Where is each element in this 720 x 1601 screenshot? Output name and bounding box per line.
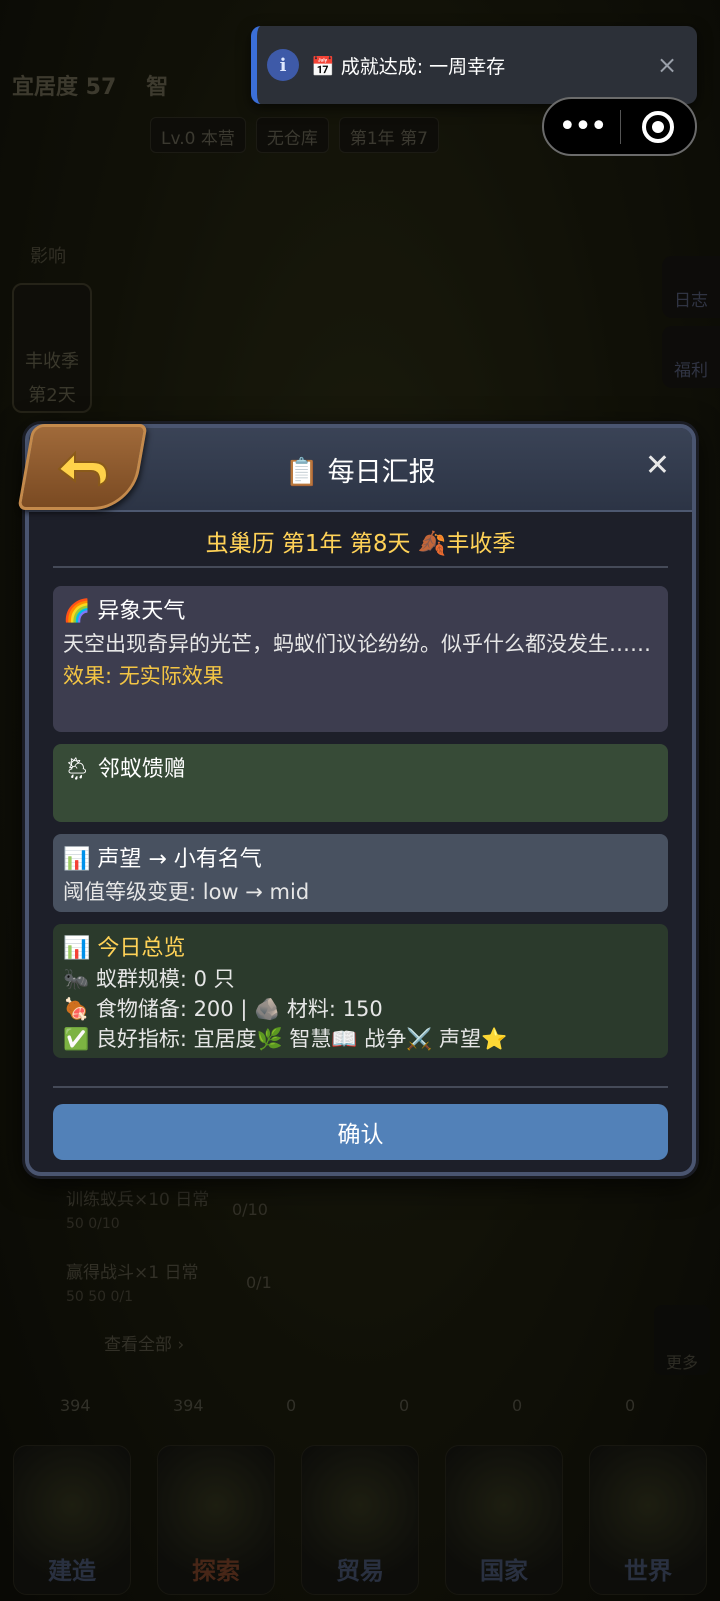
report-date: 虫巢历 第1年 第8天 🍂丰收季 [205,531,516,557]
prestige-title: 📊 声望 → 小有名气 [63,847,262,872]
weather-title: 🌈 异象天气 [63,599,186,624]
prestige-card: 📊 声望 → 小有名气 阈值等级变更: low → mid [53,834,668,912]
back-arrow-icon [56,450,108,487]
toast-message: 📅 成就达成: 一周幸存 [311,55,506,78]
summary-title: 📊 今日总览 [63,936,186,961]
close-icon[interactable]: ✕ [645,448,670,483]
divider [53,1086,668,1088]
gift-title: 🌦 邻蚁馈赠 [63,757,186,782]
summary-colony-size: 🐜 蚁群规模: 0 只 [63,967,235,991]
weather-card: 🌈 异象天气 天空出现奇异的光芒，蚂蚁们议论纷纷。似乎什么都没发生…… 效果: … [53,586,668,732]
divider [53,566,668,568]
more-dots-icon[interactable]: ••• [544,111,620,142]
exit-target-icon[interactable] [621,110,695,143]
summary-card: 📊 今日总览 🐜 蚁群规模: 0 只 🍖 食物储备: 200 | 🪨 材料: 1… [53,924,668,1058]
prestige-change: 阈值等级变更: low → mid [63,880,310,904]
summary-resources: 🍖 食物储备: 200 | 🪨 材料: 150 [63,997,383,1021]
gift-card: 🌦 邻蚁馈赠 [53,744,668,822]
weather-description: 天空出现奇异的光芒，蚂蚁们议论纷纷。似乎什么都没发生…… [63,632,651,656]
weather-effect: 效果: 无实际效果 [63,664,224,688]
miniprogram-capsule: ••• [542,97,697,156]
close-icon[interactable]: × [647,51,687,79]
confirm-button[interactable]: 确认 [53,1104,668,1160]
info-icon: i [267,49,299,81]
summary-good-indicators: ✅ 良好指标: 宜居度🌿 智慧📖 战争⚔️ 声望⭐ [63,1027,508,1051]
daily-report-modal: 📋 每日汇报 ✕ 虫巢历 第1年 第8天 🍂丰收季 🌈 异象天气 天空出现奇异的… [17,424,696,1176]
achievement-toast: i 📅 成就达成: 一周幸存 × [251,26,697,104]
